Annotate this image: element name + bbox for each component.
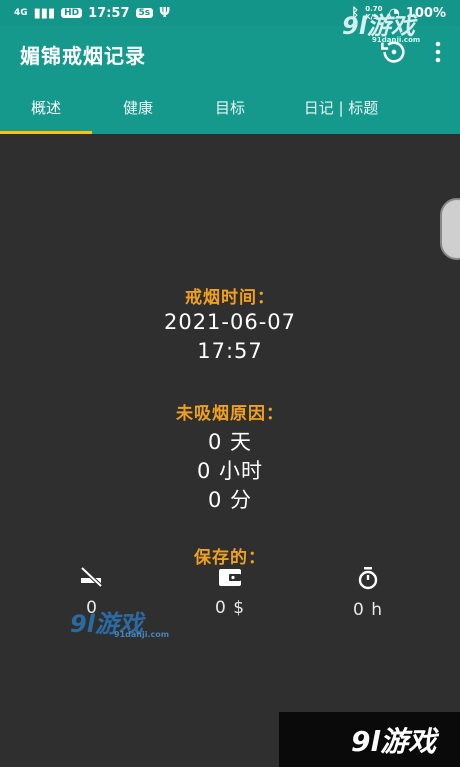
usb-icon: Ψ: [159, 5, 171, 21]
tab-diary[interactable]: 日记 | 标题: [276, 82, 406, 134]
timer-icon: [358, 567, 378, 590]
signal-icon: ▮▮▮: [33, 5, 56, 21]
tab-health[interactable]: 健康: [92, 82, 184, 134]
watermark-bottom-banner: 9l游戏: [279, 712, 460, 767]
saved-hours-value: 0 h: [353, 600, 383, 620]
watermark-middle-url: 91danji.com: [114, 630, 170, 639]
tab-bar: 概述 健康 目标 日记 | 标题: [0, 82, 460, 134]
watermark-top-url: 91danji.com: [372, 36, 421, 44]
not-smoked-days: 0 天: [207, 430, 253, 454]
no-smoking-icon: [80, 566, 103, 588]
saved-money-value: 0 $: [214, 598, 246, 618]
watermark-bottom: 9l游戏: [351, 725, 437, 758]
network-indicator: 4G: [14, 8, 28, 18]
not-smoked-minutes: 0 分: [207, 488, 253, 512]
saved-hours: 0 h: [318, 566, 418, 620]
notification-icon: 5s: [135, 8, 154, 18]
clock: 17:57: [88, 5, 130, 21]
more-vert-icon: [435, 41, 441, 63]
hd-badge: HD: [61, 8, 83, 18]
saved-title: 保存的：: [194, 548, 266, 568]
not-smoked-title: 未吸烟原因：: [176, 404, 284, 424]
not-smoked-hours: 0 小时: [196, 459, 264, 483]
drawer-handle[interactable]: [440, 198, 460, 260]
wallet-icon: [219, 569, 241, 586]
quit-clock: 17:57: [197, 339, 263, 363]
saved-money: 0 $: [180, 566, 280, 618]
quit-time-title: 戒烟时间：: [185, 288, 275, 308]
tab-overview[interactable]: 概述: [0, 82, 92, 134]
quit-date: 2021-06-07: [163, 310, 297, 334]
app-title: 媚锦戒烟记录: [20, 43, 146, 68]
tab-goals[interactable]: 目标: [184, 82, 276, 134]
more-options-button[interactable]: [434, 41, 442, 67]
